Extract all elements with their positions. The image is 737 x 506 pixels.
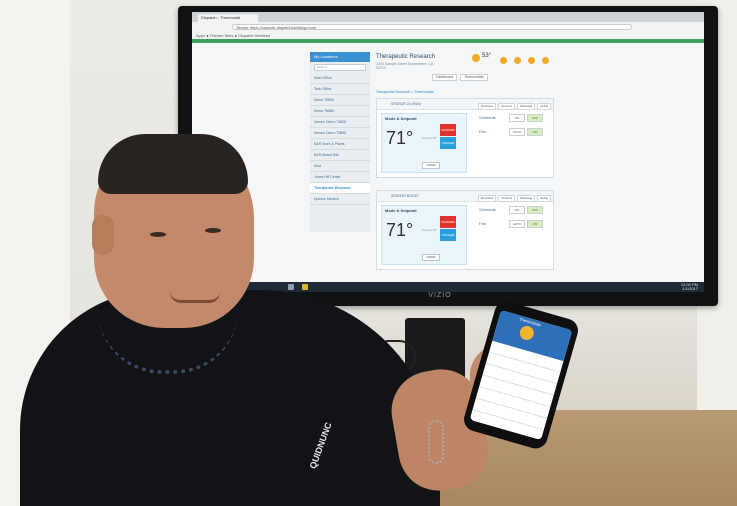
location-address: 1234 Sample Street Somewhere, CA 94710 bbox=[376, 62, 434, 70]
locations-sidebar: My Locations Search Main Office Tech Off… bbox=[310, 52, 370, 232]
tab-dashboard[interactable]: Dashboard bbox=[432, 74, 458, 81]
current-weather: 53° bbox=[472, 52, 494, 68]
current-temp: 53° bbox=[482, 53, 492, 59]
schedule-fan-controls: Schedule ON OFF Fan AUTO ON bbox=[473, 113, 551, 153]
thermostat-panel: SENSOR BOOST Runtimes Sensors Message Se… bbox=[376, 190, 554, 270]
current-temperature: 71° bbox=[386, 128, 414, 148]
thermostat-name: SENSOR 24 (FAN) bbox=[391, 102, 421, 106]
fan-auto-button[interactable]: AUTO bbox=[509, 128, 525, 136]
schedule-fan-controls: Schedule ON OFF Fan AUTO ON bbox=[473, 205, 551, 245]
sun-icon bbox=[528, 57, 535, 64]
sun-icon bbox=[518, 324, 536, 342]
mode-setpoint-title: Mode & Setpoint bbox=[385, 208, 417, 213]
schedule-label: Schedule bbox=[479, 115, 496, 120]
schedule-on-button[interactable]: ON bbox=[509, 206, 525, 214]
sidebar-item[interactable]: Demo T5800 bbox=[310, 95, 370, 106]
clock-date: 1/1/2017 bbox=[682, 286, 698, 291]
fan-auto-button[interactable]: AUTO bbox=[509, 220, 525, 228]
bracelet bbox=[428, 420, 444, 464]
tv-screen: Dispatch - Thermostat Secure https://con… bbox=[192, 12, 704, 292]
browser-tab-strip: Dispatch - Thermostat bbox=[192, 12, 704, 22]
setup-button[interactable]: Setup bbox=[537, 195, 551, 202]
bookmarks-bar[interactable]: Apps ● Thermo Sites ● Dispatch Services bbox=[192, 32, 704, 39]
current-temperature: 71° bbox=[386, 220, 414, 240]
browser-tab[interactable]: Dispatch - Thermostat bbox=[198, 14, 258, 22]
fan-on-button[interactable]: ON bbox=[527, 128, 543, 136]
panel-tools: Runtimes Sensors Message Setup bbox=[477, 101, 551, 111]
app-header-bar bbox=[192, 39, 704, 43]
person-eye bbox=[150, 232, 166, 237]
cool-to-label: Cool to 72° bbox=[422, 136, 437, 140]
sidebar-item[interactable]: Tech Office bbox=[310, 84, 370, 95]
sidebar-header: My Locations bbox=[310, 52, 370, 62]
panel-header: SENSOR 24 (FAN) Runtimes Sensors Message… bbox=[377, 99, 553, 110]
tv-brand-logo: VIZIO bbox=[428, 292, 452, 299]
mode-setpoint-card: Mode & Setpoint 71° Cool to 72° WARMER C… bbox=[381, 205, 467, 265]
taskbar-clock: 12:00 PM 1/1/2017 bbox=[681, 283, 698, 291]
sun-icon bbox=[500, 57, 507, 64]
location-title: Therapeutic Research bbox=[376, 54, 436, 60]
fan-label: Fan bbox=[479, 221, 486, 226]
person-eye bbox=[205, 228, 221, 233]
sidebar-item[interactable]: Jones Hill Center bbox=[310, 172, 370, 183]
mode-setpoint-title: Mode & Setpoint bbox=[385, 116, 417, 121]
start-icon[interactable] bbox=[288, 284, 294, 290]
sensors-button[interactable]: Sensors bbox=[498, 103, 516, 110]
sidebar-item[interactable]: Vendor Demo T5800 bbox=[310, 117, 370, 128]
main-content: Therapeutic Research 1234 Sample Street … bbox=[372, 52, 554, 288]
tab-thermostats[interactable]: Thermostats bbox=[460, 74, 488, 81]
cooler-button[interactable]: COOLER bbox=[440, 229, 456, 241]
message-button[interactable]: Message bbox=[517, 195, 536, 202]
warmer-button[interactable]: WARMER bbox=[440, 124, 456, 136]
photo-scene: VIZIO Dispatch - Thermostat Secure https… bbox=[0, 0, 737, 506]
runtimes-button[interactable]: Runtimes bbox=[477, 195, 497, 202]
fan-label: Fan bbox=[479, 129, 486, 134]
view-tabs: Dashboard Thermostats bbox=[432, 74, 490, 81]
runtimes-button[interactable]: Runtimes bbox=[477, 103, 497, 110]
warmer-button[interactable]: WARMER bbox=[440, 216, 456, 228]
forecast-strip bbox=[498, 54, 554, 68]
schedule-off-button[interactable]: OFF bbox=[527, 114, 543, 122]
thermostat-name: SENSOR BOOST bbox=[391, 194, 420, 198]
schedule-label: Schedule bbox=[479, 207, 496, 212]
mode-setpoint-card: Mode & Setpoint 71° Cool to 72° WARMER C… bbox=[381, 113, 467, 173]
sidebar-item-active[interactable]: Therapeutic Research bbox=[310, 183, 370, 194]
fan-on-button[interactable]: ON bbox=[527, 220, 543, 228]
person-smile bbox=[170, 292, 220, 303]
sidebar-item[interactable]: Mod bbox=[310, 161, 370, 172]
sidebar-item[interactable]: Vendor Demo T5850 bbox=[310, 128, 370, 139]
sidebar-item[interactable]: Main Office bbox=[310, 73, 370, 84]
sun-icon bbox=[542, 57, 549, 64]
chrome-icon[interactable] bbox=[302, 284, 308, 290]
setup-button[interactable]: Setup bbox=[537, 103, 551, 110]
sidebar-item[interactable]: Uptown Martin's bbox=[310, 194, 370, 205]
schedule-off-button[interactable]: OFF bbox=[527, 206, 543, 214]
address-bar[interactable]: Secure https://console.dispatchbuildings… bbox=[232, 24, 632, 30]
sidebar-search-input[interactable]: Search bbox=[314, 64, 366, 71]
schedule-on-button[interactable]: ON bbox=[509, 114, 525, 122]
breadcrumb[interactable]: Therapeutic Research > Thermostats bbox=[376, 90, 434, 94]
cooler-button[interactable]: COOLER bbox=[440, 137, 456, 149]
sidebar-item[interactable]: Demo T6850 bbox=[310, 106, 370, 117]
panel-header: SENSOR BOOST Runtimes Sensors Message Se… bbox=[377, 191, 553, 202]
thermostat-panel: SENSOR 24 (FAN) Runtimes Sensors Message… bbox=[376, 98, 554, 178]
cool-to-label: Cool to 72° bbox=[422, 228, 437, 232]
person-ear bbox=[92, 215, 114, 255]
person-hair bbox=[98, 134, 248, 194]
sensors-button[interactable]: Sensors bbox=[498, 195, 516, 202]
message-button[interactable]: Message bbox=[517, 103, 536, 110]
more-button[interactable]: MORE bbox=[422, 162, 440, 169]
sun-icon bbox=[514, 57, 521, 64]
sidebar-item[interactable]: B&R Store & Plants bbox=[310, 139, 370, 150]
sidebar-item[interactable]: B&R Mount Site bbox=[310, 150, 370, 161]
more-button[interactable]: MORE bbox=[422, 254, 440, 261]
sun-icon bbox=[472, 54, 480, 62]
panel-tools: Runtimes Sensors Message Setup bbox=[477, 193, 551, 203]
